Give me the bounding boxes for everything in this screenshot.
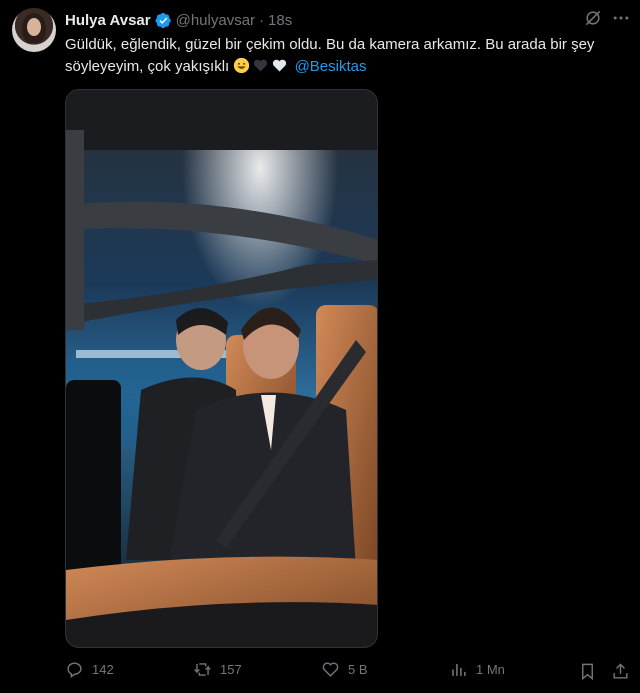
grok-icon[interactable] [583,8,603,28]
tweet-actions: 142 157 5 B 1 Mn [65,660,631,686]
repost-count: 157 [220,662,242,677]
header-separator: · [259,11,265,29]
reply-count: 142 [92,662,114,677]
white-heart-emoji-icon [273,59,287,72]
tweet-article[interactable]: Hulya Avsar @hulyavsar · 18s Güldük, eğl… [0,0,640,693]
tweet-media-photo[interactable] [65,89,378,648]
reply-button[interactable]: 142 [65,660,114,679]
reply-icon [67,662,82,679]
repost-icon [194,663,211,676]
heart-icon [322,662,339,677]
like-count: 5 B [348,662,368,677]
author-avatar[interactable] [12,8,56,52]
repost-button[interactable]: 157 [193,660,242,679]
like-button[interactable]: 5 B [321,660,368,679]
photo-scene [66,90,377,647]
black-heart-emoji-icon [254,59,268,72]
tweet-text: Güldük, eğlendik, güzel bir çekim oldu. … [65,34,631,78]
views-count: 1 Mn [476,662,505,677]
tweet-header: Hulya Avsar @hulyavsar · 18s [65,10,292,30]
views-button[interactable]: 1 Mn [449,660,505,679]
verified-badge-icon [155,12,172,29]
views-chart-icon [452,663,466,676]
grinning-face-emoji-icon [234,57,250,74]
share-icon[interactable] [611,662,630,681]
more-options-icon[interactable] [611,10,631,26]
mention-link[interactable]: @Besiktas [295,58,367,75]
author-handle[interactable]: @hulyavsar [176,12,255,29]
author-name[interactable]: Hulya Avsar [65,12,151,29]
bookmark-icon[interactable] [578,662,597,681]
tweet-timestamp[interactable]: 18s [268,12,292,29]
